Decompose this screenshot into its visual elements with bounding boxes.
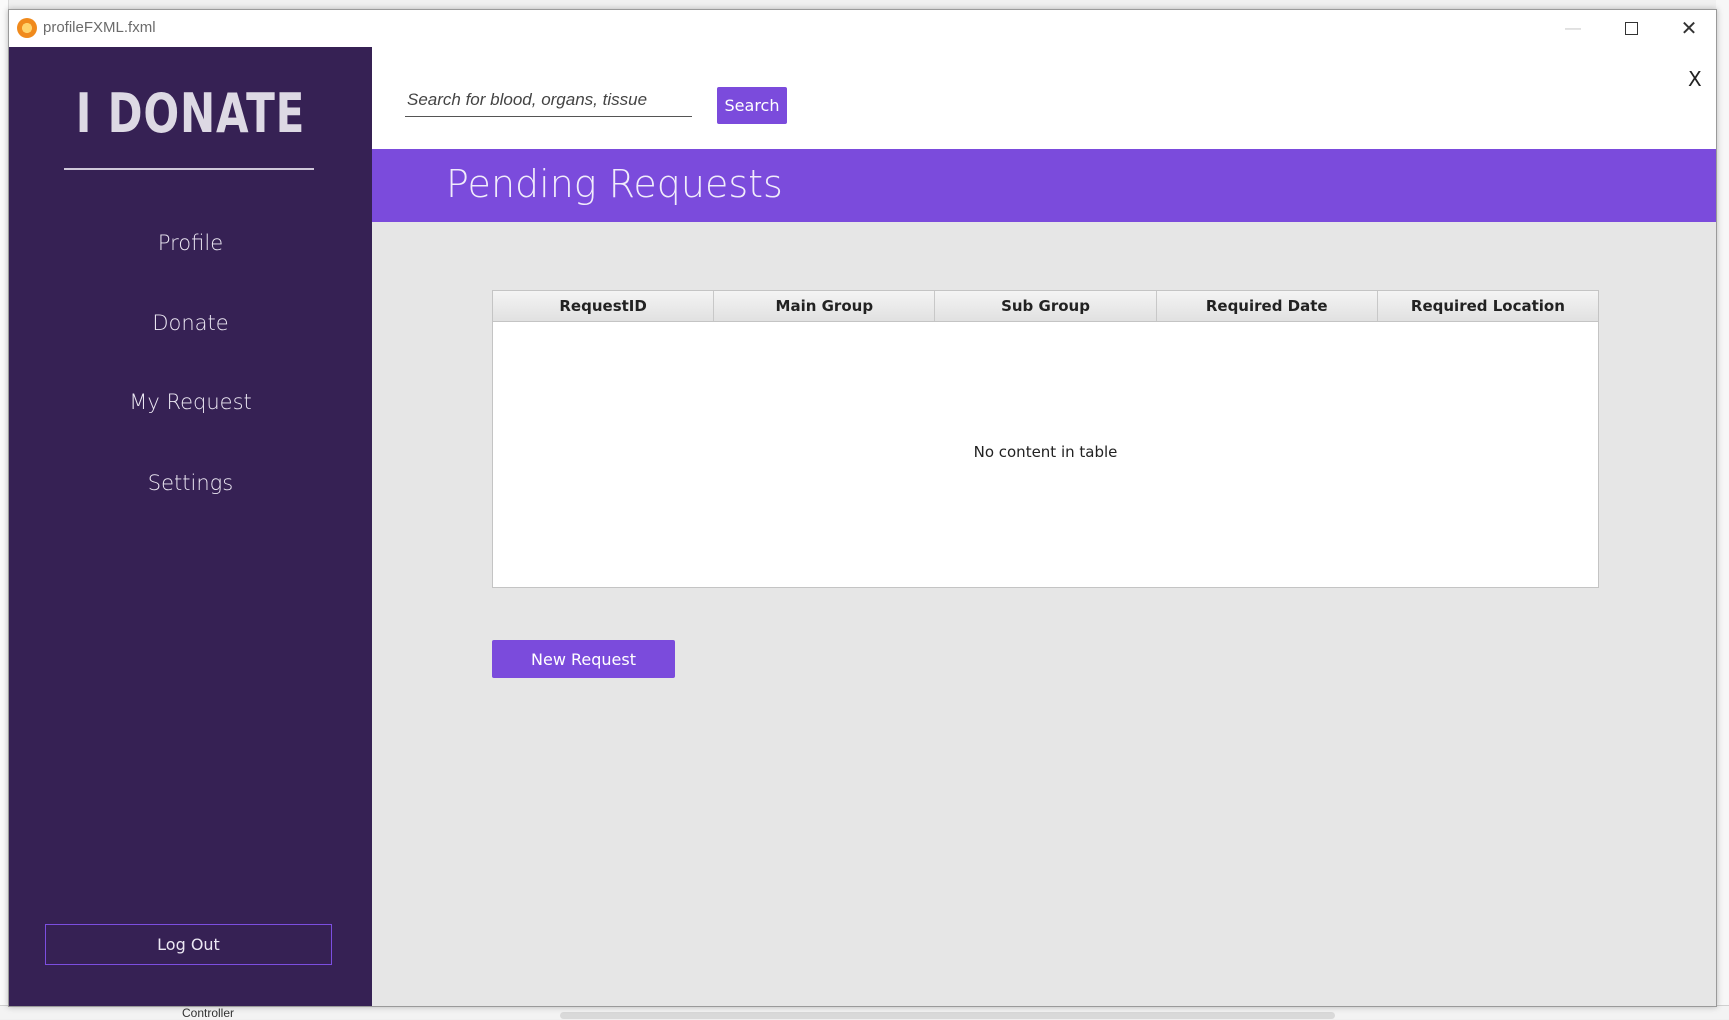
column-header-sub-group[interactable]: Sub Group bbox=[935, 291, 1157, 321]
page-header: Pending Requests bbox=[372, 149, 1716, 222]
minimize-icon[interactable]: — bbox=[1544, 10, 1602, 47]
main-content: Search X Pending Requests RequestID Main… bbox=[372, 47, 1716, 1006]
column-header-request-id[interactable]: RequestID bbox=[493, 291, 715, 321]
background-ide-right-edge bbox=[1716, 0, 1729, 1018]
sidebar-item-donate[interactable]: Donate bbox=[9, 311, 372, 335]
close-icon[interactable]: ✕ bbox=[1660, 10, 1718, 47]
requests-table[interactable]: RequestID Main Group Sub Group Required … bbox=[492, 290, 1599, 588]
brand-divider bbox=[64, 168, 314, 170]
background-ide-bottom-bar: Controller bbox=[0, 1005, 1729, 1020]
app-logo-icon bbox=[17, 18, 37, 38]
top-search-bar: Search X bbox=[372, 47, 1716, 149]
column-header-main-group[interactable]: Main Group bbox=[714, 291, 936, 321]
logout-button[interactable]: Log Out bbox=[45, 924, 332, 965]
page-title: Pending Requests bbox=[446, 162, 783, 206]
sidebar-item-settings[interactable]: Settings bbox=[9, 471, 372, 495]
window-titlebar[interactable]: profileFXML.fxml — ✕ bbox=[9, 10, 1716, 47]
table-header: RequestID Main Group Sub Group Required … bbox=[493, 291, 1598, 322]
maximize-icon[interactable] bbox=[1602, 10, 1660, 47]
table-empty-message: No content in table bbox=[973, 443, 1118, 461]
close-panel-button[interactable]: X bbox=[1688, 67, 1702, 91]
app-window: profileFXML.fxml — ✕ I DONATE Profile Do… bbox=[8, 9, 1717, 1007]
column-header-required-date[interactable]: Required Date bbox=[1157, 291, 1378, 321]
sidebar: I DONATE Profile Donate My Request Setti… bbox=[9, 47, 372, 1006]
brand-logo-text: I DONATE bbox=[75, 82, 306, 145]
sidebar-item-profile[interactable]: Profile bbox=[9, 231, 372, 255]
new-request-button[interactable]: New Request bbox=[492, 640, 675, 678]
sidebar-item-my-request[interactable]: My Request bbox=[9, 390, 372, 414]
window-title: profileFXML.fxml bbox=[43, 19, 156, 36]
search-button[interactable]: Search bbox=[717, 87, 787, 124]
search-input[interactable] bbox=[405, 83, 692, 117]
column-header-required-location[interactable]: Required Location bbox=[1378, 291, 1598, 321]
